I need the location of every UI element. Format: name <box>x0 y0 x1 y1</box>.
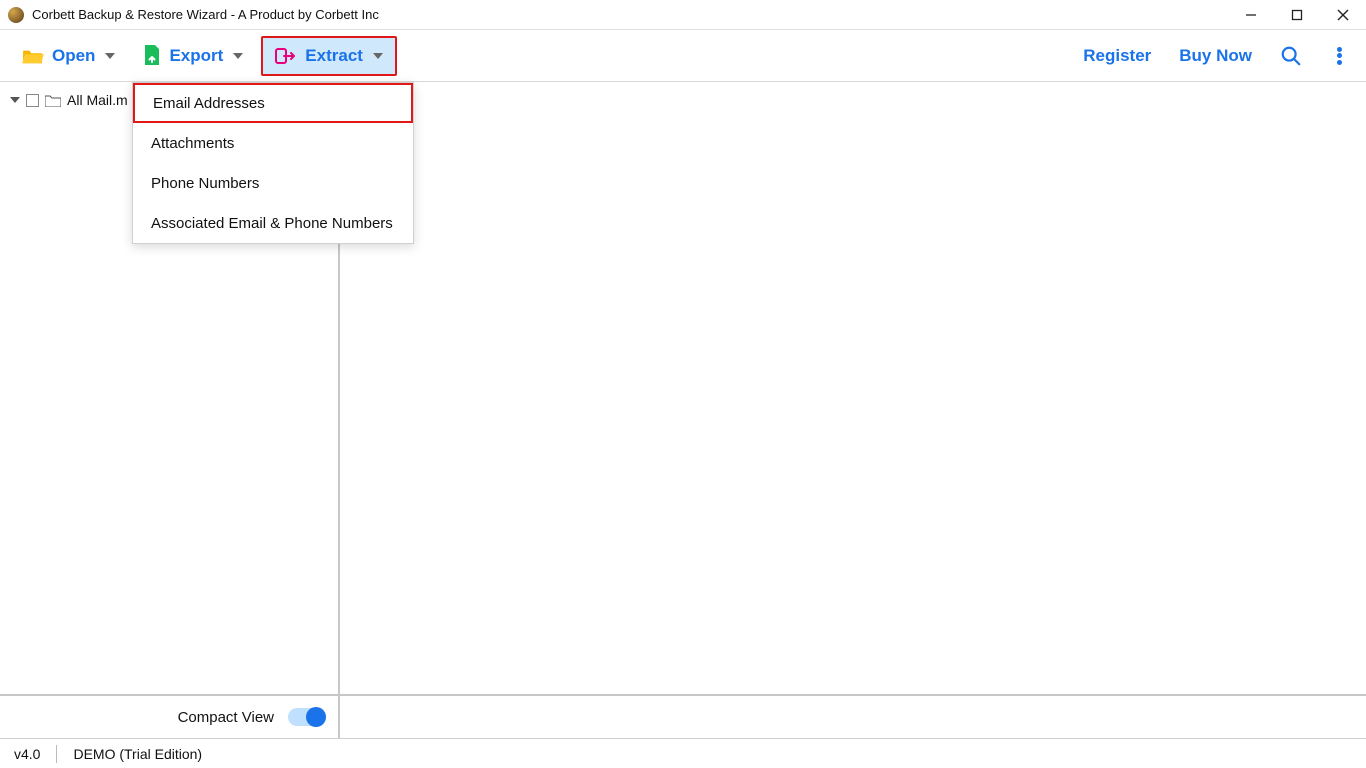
compact-view-bar: Compact View <box>0 694 1366 738</box>
chevron-down-icon <box>233 53 243 59</box>
window-controls <box>1228 0 1366 30</box>
app-icon <box>8 7 24 23</box>
extract-button[interactable]: Extract <box>261 36 397 76</box>
checkbox[interactable] <box>26 94 39 107</box>
menu-item-label: Email Addresses <box>153 95 265 112</box>
toggle-knob <box>306 707 326 727</box>
extract-icon <box>275 46 297 66</box>
file-export-icon <box>143 45 161 67</box>
extract-menu-associated[interactable]: Associated Email & Phone Numbers <box>133 203 413 243</box>
menu-item-label: Phone Numbers <box>151 175 259 192</box>
export-button[interactable]: Export <box>133 36 253 76</box>
expand-arrow-icon[interactable] <box>10 97 20 103</box>
chevron-down-icon <box>373 53 383 59</box>
extract-menu-email-addresses[interactable]: Email Addresses <box>133 83 413 123</box>
toolbar-right: Register Buy Now <box>1083 45 1354 67</box>
main-body: All Mail.m Email Addresses Attachments P… <box>0 82 1366 694</box>
extract-label: Extract <box>305 46 363 66</box>
more-menu-icon[interactable] <box>1330 45 1348 67</box>
edition-label: DEMO (Trial Edition) <box>73 746 202 762</box>
menu-item-label: Associated Email & Phone Numbers <box>151 215 393 232</box>
menu-item-label: Attachments <box>151 135 234 152</box>
tree-item-label: All Mail.m <box>67 92 128 108</box>
maximize-button[interactable] <box>1274 0 1320 30</box>
extract-menu-attachments[interactable]: Attachments <box>133 123 413 163</box>
extract-menu-phone-numbers[interactable]: Phone Numbers <box>133 163 413 203</box>
version-label: v4.0 <box>14 746 40 762</box>
chevron-down-icon <box>105 53 115 59</box>
toolbar: Open Export Extract Register Buy Now <box>0 30 1366 82</box>
minimize-button[interactable] <box>1228 0 1274 30</box>
search-icon[interactable] <box>1280 45 1302 67</box>
compact-view-label: Compact View <box>178 709 274 726</box>
compact-view-toggle[interactable] <box>288 708 326 726</box>
window-title: Corbett Backup & Restore Wizard - A Prod… <box>32 7 379 22</box>
export-label: Export <box>169 46 223 66</box>
divider <box>56 745 57 763</box>
open-label: Open <box>52 46 95 66</box>
status-bar: v4.0 DEMO (Trial Edition) <box>0 738 1366 768</box>
buy-now-link[interactable]: Buy Now <box>1179 46 1252 66</box>
open-button[interactable]: Open <box>12 36 125 76</box>
close-button[interactable] <box>1320 0 1366 30</box>
register-link[interactable]: Register <box>1083 46 1151 66</box>
titlebar: Corbett Backup & Restore Wizard - A Prod… <box>0 0 1366 30</box>
extract-dropdown: Email Addresses Attachments Phone Number… <box>132 82 414 244</box>
content-pane <box>340 82 1366 694</box>
folder-icon <box>45 94 61 107</box>
folder-open-icon <box>22 47 44 65</box>
